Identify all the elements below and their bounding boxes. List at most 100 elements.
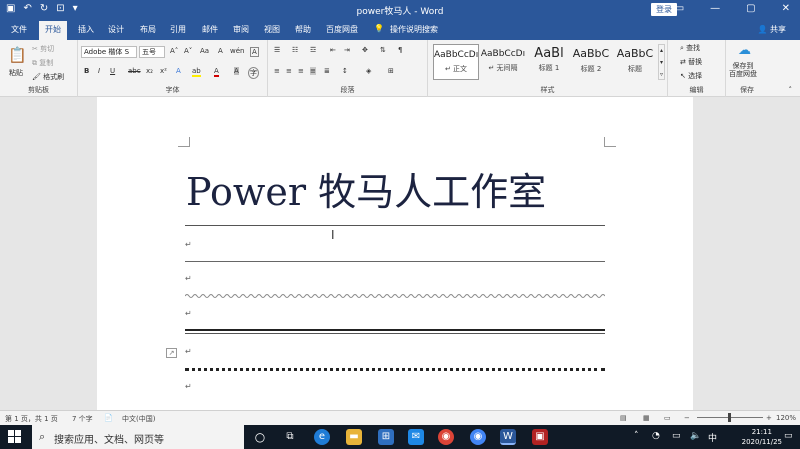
zoom-level[interactable]: 120%: [776, 414, 796, 422]
cloud-icon[interactable]: ☁: [738, 43, 751, 58]
align-right-icon[interactable]: ≡: [298, 67, 304, 75]
strikethrough-button[interactable]: abc: [128, 67, 141, 75]
change-case-button[interactable]: Aa: [200, 47, 209, 55]
task-view-icon[interactable]: ⧉: [282, 429, 298, 445]
style-no-spacing[interactable]: AaBbCcDı ↵ 无间隔: [480, 44, 526, 80]
styles-scroll-arrows[interactable]: ▴ ▾ ▿: [658, 44, 666, 80]
print-layout-icon[interactable]: ▦: [643, 414, 650, 422]
paragraph-mark[interactable]: ↵: [185, 274, 192, 283]
system-clock[interactable]: 21:11 2020/11/25: [742, 427, 782, 447]
tab-mailings[interactable]: 邮件: [202, 24, 218, 35]
cut-button[interactable]: ✂ 剪切: [32, 44, 54, 54]
windows-start-icon[interactable]: [8, 430, 22, 444]
edge-icon[interactable]: e: [314, 429, 330, 445]
tray-app-icon[interactable]: ◔: [652, 431, 660, 441]
document-page[interactable]: Power 牧马人工作室 I ↵ ↵ ↵ ↗ ↵ ↵: [97, 97, 693, 410]
shrink-font-button[interactable]: A˅: [184, 47, 192, 55]
tab-review[interactable]: 审阅: [233, 24, 249, 35]
notifications-icon[interactable]: ▭: [784, 431, 793, 441]
format-painter-button[interactable]: 🖌 格式刷: [32, 72, 64, 82]
decrease-indent-icon[interactable]: ⇤: [330, 46, 336, 54]
paragraph-mark[interactable]: ↵: [185, 240, 192, 249]
document-heading[interactable]: Power 牧马人工作室: [186, 161, 546, 216]
tab-file[interactable]: 文件: [11, 24, 27, 35]
tray-expand-icon[interactable]: ˄: [634, 431, 639, 441]
distributed-icon[interactable]: ≣: [324, 67, 330, 75]
share-button[interactable]: 👤 共享: [757, 24, 786, 35]
replace-button[interactable]: ⇄ 替换: [680, 57, 702, 67]
web-layout-icon[interactable]: ▭: [664, 414, 671, 422]
shading-icon[interactable]: ◈: [366, 67, 371, 75]
save-to-baidu-button[interactable]: 保存到 百度网盘: [729, 62, 757, 78]
paste-button[interactable]: 粘贴: [9, 68, 23, 78]
justify-icon[interactable]: ≡: [310, 67, 316, 75]
char-shading-button[interactable]: A: [234, 67, 239, 75]
subscript-button[interactable]: x₂: [146, 67, 153, 75]
enclose-char-button[interactable]: 字: [248, 67, 259, 79]
copy-button[interactable]: ⧉ 复制: [32, 58, 53, 68]
tab-view[interactable]: 视图: [264, 24, 280, 35]
word-count[interactable]: 7 个字: [72, 414, 93, 424]
tab-references[interactable]: 引用: [170, 24, 186, 35]
read-mode-icon[interactable]: ▤: [620, 414, 627, 422]
tab-help[interactable]: 帮助: [295, 24, 311, 35]
numbering-icon[interactable]: ☷: [292, 46, 298, 54]
increase-indent-icon[interactable]: ⇥: [344, 46, 350, 54]
tab-design[interactable]: 设计: [108, 24, 124, 35]
browser-icon[interactable]: ◉: [470, 429, 486, 445]
chrome-icon[interactable]: ◉: [438, 429, 454, 445]
maximize-button[interactable]: ▢: [746, 3, 755, 14]
collapse-ribbon-icon[interactable]: ˄: [789, 86, 793, 94]
file-explorer-icon[interactable]: ▬: [346, 429, 362, 445]
char-border-button[interactable]: A: [250, 47, 259, 57]
superscript-button[interactable]: x²: [160, 67, 167, 75]
font-size-combo[interactable]: 五号: [139, 46, 165, 58]
phonetic-guide-button[interactable]: wén: [230, 47, 244, 55]
mail-icon[interactable]: ✉: [408, 429, 424, 445]
align-left-icon[interactable]: ≡: [274, 67, 280, 75]
zoom-out-button[interactable]: −: [684, 414, 690, 422]
grow-font-button[interactable]: A˄: [170, 47, 178, 55]
chinese-layout-icon[interactable]: ✥: [362, 46, 368, 54]
recorder-app-icon[interactable]: ▣: [532, 429, 548, 445]
paste-options-icon[interactable]: ↗: [166, 348, 177, 358]
paragraph-mark[interactable]: ↵: [185, 347, 192, 356]
store-icon[interactable]: ⊞: [378, 429, 394, 445]
paste-icon[interactable]: 📋: [8, 46, 27, 64]
paragraph-mark[interactable]: ↵: [185, 309, 192, 318]
highlight-button[interactable]: ab: [192, 67, 201, 77]
volume-icon[interactable]: 🔈: [690, 431, 701, 441]
find-button[interactable]: ⌕ 查找: [680, 43, 700, 53]
text-effects-button[interactable]: A: [176, 67, 181, 75]
multilevel-list-icon[interactable]: ☲: [310, 46, 316, 54]
page-count[interactable]: 第 1 页，共 1 页: [5, 414, 58, 424]
language-indicator[interactable]: 中文(中国): [122, 414, 155, 424]
word-app-icon[interactable]: W: [500, 429, 516, 445]
zoom-slider-thumb[interactable]: [728, 413, 731, 422]
minimize-button[interactable]: —: [710, 3, 720, 14]
underline-button[interactable]: U: [110, 67, 115, 75]
zoom-in-button[interactable]: +: [766, 414, 772, 422]
cortana-icon[interactable]: ○: [252, 429, 268, 445]
tab-baidu-netdisk[interactable]: 百度网盘: [326, 24, 358, 35]
sort-icon[interactable]: ⇅: [380, 46, 386, 54]
font-color-button[interactable]: A: [214, 67, 219, 77]
line-spacing-icon[interactable]: ↕: [342, 67, 348, 75]
style-heading-1[interactable]: AaBl 标题 1: [526, 44, 572, 80]
show-marks-icon[interactable]: ¶: [398, 46, 402, 54]
tab-layout[interactable]: 布局: [140, 24, 156, 35]
tab-home[interactable]: 开始: [39, 21, 67, 40]
network-icon[interactable]: ▭: [672, 431, 681, 441]
style-title[interactable]: AaBbC 标题: [612, 44, 658, 80]
borders-icon[interactable]: ⊞: [388, 67, 394, 75]
ribbon-display-options-icon[interactable]: ▭: [675, 3, 684, 14]
proofing-icon[interactable]: 📄: [104, 414, 113, 422]
close-button[interactable]: ✕: [782, 3, 790, 14]
bold-button[interactable]: B: [84, 67, 89, 75]
style-normal[interactable]: AaBbCcDı ↵ 正文: [433, 44, 479, 80]
style-heading-2[interactable]: AaBbC 标题 2: [568, 44, 614, 80]
login-button[interactable]: 登录: [651, 3, 677, 16]
clear-format-button[interactable]: A: [218, 47, 223, 55]
font-name-combo[interactable]: Adobe 楷体 S: [81, 46, 137, 58]
tab-insert[interactable]: 插入: [78, 24, 94, 35]
